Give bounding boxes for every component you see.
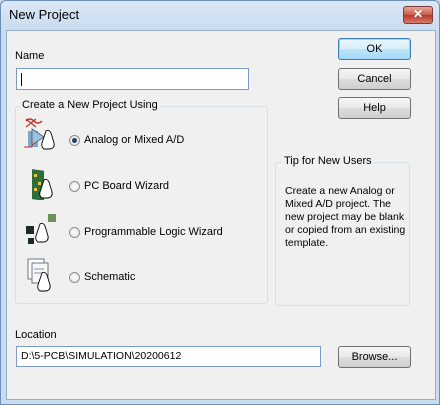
option-label-analog-mixed[interactable]: Analog or Mixed A/D xyxy=(84,134,184,146)
programmable-logic-icon xyxy=(26,214,56,244)
radio-schematic[interactable] xyxy=(69,272,80,283)
radio-analog-mixed[interactable] xyxy=(69,135,80,146)
pcb-wizard-icon xyxy=(32,169,53,200)
close-icon: ✕ xyxy=(412,7,424,21)
radio-pcb-wizard[interactable] xyxy=(69,181,80,192)
analog-mixed-icon xyxy=(24,118,55,150)
option-label-schematic[interactable]: Schematic xyxy=(84,271,135,283)
location-input[interactable]: D:\5-PCB\SIMULATION\20200612 xyxy=(16,346,321,367)
help-button[interactable]: Help xyxy=(338,97,411,119)
option-label-programmable-logic[interactable]: Programmable Logic Wizard xyxy=(84,226,223,238)
name-input[interactable] xyxy=(16,68,249,90)
browse-button[interactable]: Browse... xyxy=(338,346,411,368)
tip-text: Create a new Analog or Mixed A/D project… xyxy=(285,185,406,249)
dialog-title: New Project xyxy=(9,7,80,22)
radio-programmable-logic[interactable] xyxy=(69,227,80,238)
cancel-button[interactable]: Cancel xyxy=(338,68,411,90)
dialog-body: Name OK Cancel Help Create a New Project… xyxy=(6,30,436,400)
title-bar[interactable]: New Project ✕ xyxy=(1,1,439,29)
close-button[interactable]: ✕ xyxy=(403,6,433,24)
new-project-dialog: New Project ✕ Name OK Cancel Help Create… xyxy=(0,0,440,405)
option-label-pcb-wizard[interactable]: PC Board Wizard xyxy=(84,180,169,192)
text-caret xyxy=(21,73,22,86)
location-label: Location xyxy=(15,329,57,341)
tip-caption: Tip for New Users xyxy=(282,155,374,167)
schematic-icon xyxy=(27,258,51,292)
ok-button[interactable]: OK xyxy=(338,38,411,60)
name-label: Name xyxy=(15,50,45,62)
group-caption: Create a New Project Using xyxy=(20,99,160,111)
